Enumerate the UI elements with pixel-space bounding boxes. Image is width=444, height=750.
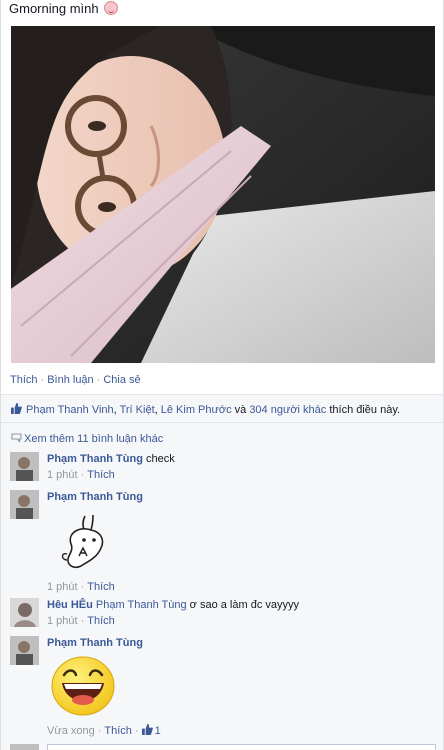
divider (1, 422, 443, 423)
comment-like-count[interactable]: 1 (155, 725, 161, 737)
comment-meta: 1 phút · Thích (47, 469, 115, 481)
like-link[interactable]: Thích (10, 374, 38, 386)
thumbs-up-icon (11, 403, 22, 414)
comment-time[interactable]: 1 phút (47, 615, 78, 627)
view-more-comments[interactable]: Xem thêm 11 bình luận khác (11, 433, 163, 445)
comment-like-link[interactable]: Thích (87, 581, 115, 593)
liker-name[interactable]: Trí Kiệt (120, 404, 155, 416)
comment-input[interactable] (47, 744, 436, 750)
comment-item: Hêu HÊu Phạm Thanh Tùng ơ sao a làm đc v… (10, 598, 436, 632)
comment-like-link[interactable]: Thích (87, 615, 115, 627)
liker-name[interactable]: Lê Kim Phước (161, 404, 232, 416)
comment-author[interactable]: Phạm Thanh Tùng (47, 637, 143, 649)
comment-mention[interactable]: Phạm Thanh Tùng (96, 599, 187, 611)
comment-text: ơ sao a làm đc vayyyy (186, 599, 299, 611)
likes-summary: Phạm Thanh Vinh, Trí Kiệt, Lê Kim Phước … (11, 403, 400, 416)
post-actions: Thích · Bình luận · Chia sẻ (10, 374, 141, 386)
selfie-photo-illustration (11, 26, 435, 363)
post-photo[interactable] (11, 26, 435, 363)
comment-body: Phạm Thanh Tùng Vừa xong · Thích · 1 (47, 636, 436, 737)
post-card: Gmorning mình Thích · Bình luận · Chia s… (0, 0, 444, 750)
avatar[interactable] (10, 598, 39, 627)
comment-time[interactable]: 1 phút (47, 469, 78, 481)
comment-author[interactable]: Phạm Thanh Tùng (47, 491, 143, 503)
thumbs-up-icon (141, 724, 153, 735)
likes-others-link[interactable]: 304 người khác (249, 404, 326, 416)
avatar[interactable] (10, 490, 39, 519)
view-more-comments-link[interactable]: Xem thêm 11 bình luận khác (24, 433, 163, 445)
comment-meta: 1 phút · Thích (47, 581, 115, 593)
separator: · (96, 374, 101, 386)
feedback-area: Phạm Thanh Vinh, Trí Kiệt, Lê Kim Phước … (1, 394, 443, 750)
comment-like-link[interactable]: Thích (104, 725, 132, 737)
liker-name[interactable]: Phạm Thanh Vinh (26, 404, 114, 416)
comment-body: Phạm Thanh Tùng check 1 phút · Thích (47, 452, 436, 482)
post-caption: Gmorning mình (9, 1, 119, 16)
rabbit-sticker-icon[interactable] (57, 514, 113, 572)
avatar[interactable] (10, 452, 39, 481)
comment-author[interactable]: Hêu HÊu (47, 599, 93, 611)
comment-time[interactable]: Vừa xong (47, 725, 95, 737)
separator: · (40, 374, 45, 386)
post-caption-text: Gmorning mình (9, 1, 99, 16)
comment-item: Phạm Thanh Tùng check 1 phút · Thích (10, 452, 436, 486)
comment-meta: 1 phút · Thích (47, 615, 115, 627)
comment-bubble-icon (11, 433, 22, 443)
avatar (10, 744, 39, 750)
comment-text: check (146, 453, 175, 465)
likes-and: và (231, 404, 250, 416)
laughing-face-sticker-icon[interactable] (50, 655, 116, 717)
comment-like-link[interactable]: Thích (87, 469, 115, 481)
comment-body: Hêu HÊu Phạm Thanh Tùng ơ sao a làm đc v… (47, 598, 436, 628)
comment-author[interactable]: Phạm Thanh Tùng (47, 453, 143, 465)
comment-link[interactable]: Bình luận (47, 374, 93, 386)
comment-composer (10, 744, 436, 750)
comment-time[interactable]: 1 phút (47, 581, 78, 593)
comment-item: Phạm Thanh Tùng 1 phút · Thích (10, 490, 436, 594)
comment-body: Phạm Thanh Tùng 1 phút · Thích (47, 490, 436, 593)
share-link[interactable]: Chia sẻ (103, 374, 140, 386)
comment-item: Phạm Thanh Tùng Vừa xong · Thích · 1 (10, 636, 436, 740)
avatar[interactable] (10, 636, 39, 665)
likes-suffix: thích điều này. (326, 404, 401, 416)
grinning-face-emoji-icon (104, 1, 119, 15)
comment-meta: Vừa xong · Thích · 1 (47, 724, 161, 737)
